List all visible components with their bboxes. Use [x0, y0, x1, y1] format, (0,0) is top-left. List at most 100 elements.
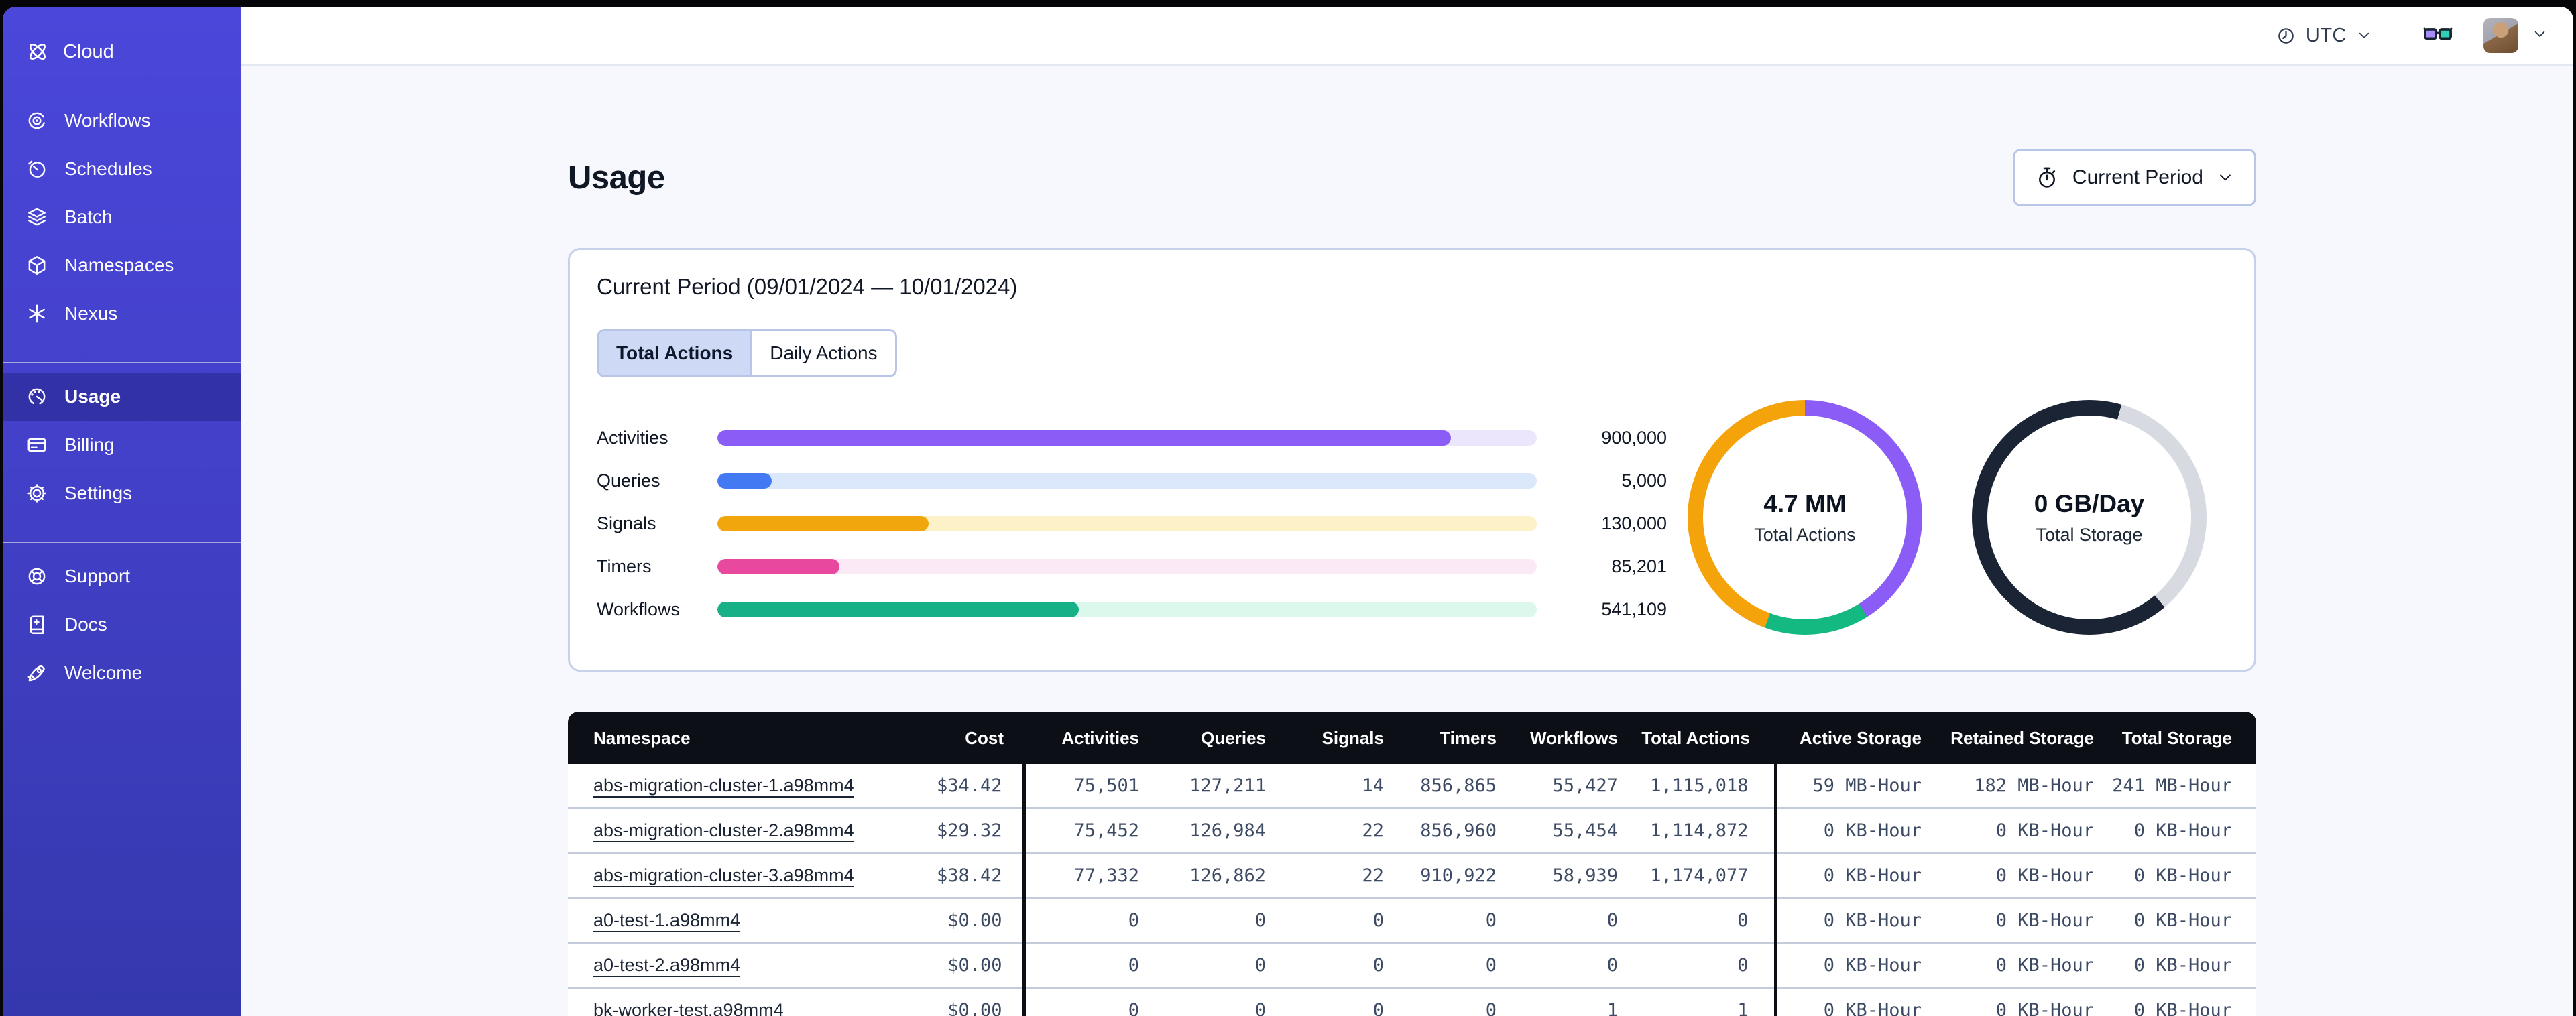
cell-value: 0 [1618, 897, 1775, 943]
sidebar-divider [3, 542, 241, 543]
namespace-link[interactable]: bk-worker-test.a98mm4 [593, 1000, 784, 1016]
bar-value: 85,201 [1611, 556, 1667, 576]
usage-card: Current Period (09/01/2024 — 10/01/2024)… [568, 248, 2256, 672]
sidebar-item-label: Billing [64, 434, 115, 455]
nav-main: Workflows Schedules Batch Namespaces Nexus [3, 87, 241, 346]
cell-namespace: a0-test-2.a98mm4 [568, 942, 930, 988]
period-label: Current Period [2072, 166, 2203, 188]
donut-total-actions: 4.7 MM Total Actions [1688, 400, 1922, 635]
bar-fill [717, 515, 929, 531]
chevron-down-icon [2217, 169, 2234, 186]
namespaces-icon [25, 254, 48, 277]
cell-value: 126,862 [1139, 852, 1266, 898]
namespace-link[interactable]: abs-migration-cluster-1.a98mm4 [593, 775, 854, 796]
cell-value: 0 [1139, 987, 1266, 1016]
cell-value: 0 [1266, 987, 1384, 1016]
nav-help: Support Docs Welcome [3, 543, 241, 705]
nav-account: Usage Billing Settings [3, 363, 241, 525]
sidebar-item-label: Docs [64, 614, 107, 635]
sidebar-item-schedules[interactable]: Schedules [3, 145, 241, 193]
cell-value: 0 [1022, 987, 1139, 1016]
namespace-link[interactable]: a0-test-1.a98mm4 [593, 910, 740, 930]
bar-label: Activities [597, 427, 668, 448]
bar-row: Signals 130,000 [597, 502, 1667, 545]
table-row: a0-test-2.a98mm4 $0.00 0 0 0 0 0 0 0 KB-Hour 0 KB… [568, 942, 2256, 988]
cell-value: 77,332 [1022, 852, 1139, 898]
cell-value: 0 KB-Hour [1922, 987, 2094, 1016]
namespace-link[interactable]: a0-test-2.a98mm4 [593, 955, 740, 975]
cell-value: 0 KB-Hour [1773, 807, 1922, 853]
cell-value: 0 [1618, 942, 1775, 988]
sidebar-item-namespaces[interactable]: Namespaces [3, 241, 241, 290]
cell-value: 856,960 [1384, 807, 1497, 853]
user-avatar[interactable] [2483, 18, 2518, 53]
bar-track [717, 472, 1537, 489]
cell-value: 0 KB-Hour [2094, 897, 2256, 943]
cell-value: 0 KB-Hour [1773, 852, 1922, 898]
sidebar-item-batch[interactable]: Batch [3, 193, 241, 241]
bar-fill [717, 601, 1079, 617]
cell-value: 55,427 [1497, 764, 1618, 808]
bar-row: Activities 900,000 [597, 416, 1667, 459]
sidebar-item-workflows[interactable]: Workflows [3, 97, 241, 145]
bar-value: 130,000 [1601, 513, 1667, 533]
glasses-icon[interactable] [2422, 23, 2454, 49]
tab-total-actions[interactable]: Total Actions [599, 331, 753, 375]
timezone-selector[interactable]: UTC [2276, 25, 2372, 47]
tab-daily-actions[interactable]: Daily Actions [752, 331, 895, 375]
sidebar-item-welcome[interactable]: Welcome [3, 649, 241, 697]
cell-namespace: a0-test-1.a98mm4 [568, 897, 930, 943]
column-header-total-storage: Total Storage [2094, 712, 2256, 764]
sidebar-item-support[interactable]: Support [3, 552, 241, 600]
sidebar-item-settings[interactable]: Settings [3, 469, 241, 517]
cell-value: 0 KB-Hour [2094, 987, 2256, 1016]
column-header-activities: Activities [1024, 712, 1139, 764]
cell-value: 0 KB-Hour [1922, 897, 2094, 943]
cell-value: 0 KB-Hour [1773, 897, 1922, 943]
cell-value: 22 [1266, 807, 1384, 853]
page-title: Usage [568, 159, 665, 196]
cell-value: 0 KB-Hour [2094, 852, 2256, 898]
cell-value: 0 [1497, 942, 1618, 988]
bar-row: Queries 5,000 [597, 459, 1667, 502]
welcome-icon [25, 661, 48, 684]
user-menu-caret-icon[interactable] [2532, 26, 2548, 46]
cell-value: 0 [1266, 897, 1384, 943]
cell-value: 0 [1384, 897, 1497, 943]
namespace-link[interactable]: abs-migration-cluster-3.a98mm4 [593, 865, 854, 885]
cell-value: 0 [1384, 987, 1497, 1016]
bar-track [717, 601, 1537, 617]
cell-namespace: abs-migration-cluster-1.a98mm4 [568, 764, 930, 808]
cell-value: 1,114,872 [1618, 807, 1775, 853]
support-icon [25, 565, 48, 588]
cell-value: 0 [1022, 897, 1139, 943]
column-header-namespace: Namespace [568, 712, 930, 764]
settings-icon [25, 482, 48, 505]
bar-value: 541,109 [1601, 598, 1667, 619]
sidebar-item-docs[interactable]: Docs [3, 600, 241, 649]
cell-value: 0 KB-Hour [1922, 852, 2094, 898]
table-row: abs-migration-cluster-3.a98mm4 $38.42 77,3… [568, 852, 2256, 898]
cell-value: 0 KB-Hour [2094, 807, 2256, 853]
column-header-total-actions: Total Actions [1618, 712, 1775, 764]
namespace-link[interactable]: abs-migration-cluster-2.a98mm4 [593, 820, 854, 840]
sidebar-item-label: Nexus [64, 303, 118, 324]
sidebar-item-nexus[interactable]: Nexus [3, 290, 241, 338]
cell-value: 241 MB-Hour [2094, 764, 2256, 808]
cell-value: 1,115,018 [1618, 764, 1775, 808]
cell-value: 126,984 [1139, 807, 1266, 853]
sidebar-item-billing[interactable]: Billing [3, 421, 241, 469]
batch-icon [25, 206, 48, 229]
period-selector-button[interactable]: Current Period [2012, 149, 2256, 206]
column-header-retained-storage: Retained Storage [1922, 712, 2094, 764]
temporal-logo-icon [25, 40, 50, 64]
cell-value: 0 [1139, 897, 1266, 943]
bar-value: 5,000 [1621, 470, 1667, 491]
cell-value: 0 KB-Hour [1773, 987, 1922, 1016]
column-header-active-storage: Active Storage [1775, 712, 1922, 764]
sidebar-item-label: Welcome [64, 662, 143, 683]
sidebar-item-usage[interactable]: Usage [3, 373, 241, 421]
cell-value: $0.00 [930, 987, 1024, 1016]
cell-value: 75,501 [1022, 764, 1139, 808]
sidebar-item-label: Batch [64, 206, 113, 227]
